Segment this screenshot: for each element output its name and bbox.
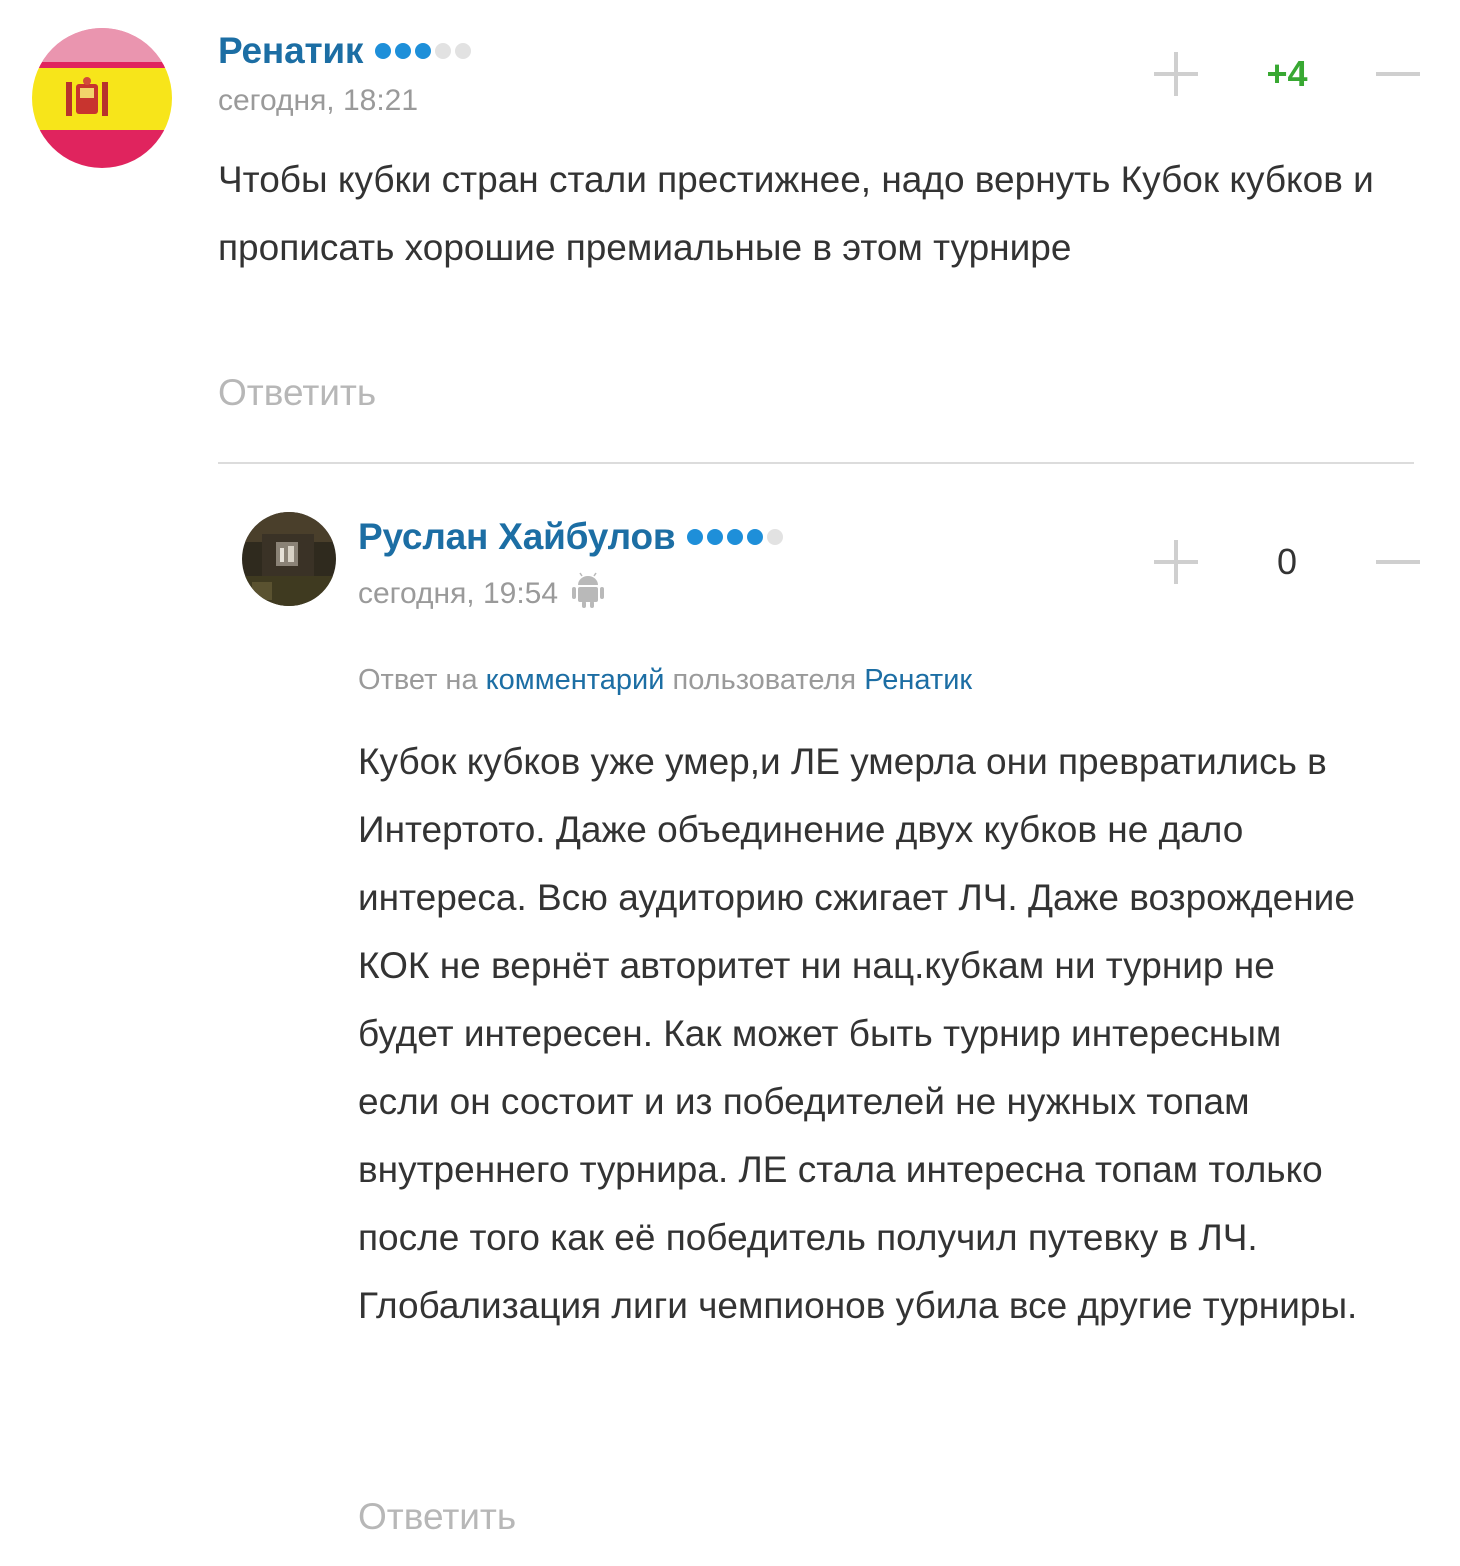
user-rating-dots bbox=[375, 43, 472, 59]
rating-dot bbox=[767, 529, 784, 545]
comment-time: сегодня, 18:21 bbox=[218, 84, 419, 117]
comment-score: 0 bbox=[1276, 541, 1298, 582]
upvote-button[interactable] bbox=[1154, 52, 1198, 96]
rating-dot bbox=[687, 529, 704, 545]
parent-comment-link[interactable]: комментарий bbox=[486, 664, 665, 696]
comment-text: Кубок кубков уже умер,и ЛЕ умерла они пр… bbox=[358, 741, 1358, 1326]
comment-divider bbox=[218, 462, 1414, 464]
spain-flag-icon bbox=[32, 28, 172, 168]
reply-to-middle: пользователя bbox=[672, 664, 857, 696]
vote-controls: +4 bbox=[1154, 52, 1420, 96]
comment-score: +4 bbox=[1266, 53, 1308, 94]
upvote-button[interactable] bbox=[1154, 540, 1198, 584]
rating-dot bbox=[375, 43, 392, 59]
author-name[interactable]: Руслан Хайбулов bbox=[358, 516, 676, 558]
reply-to-info: Ответ на комментарий пользователя Ренати… bbox=[358, 664, 972, 697]
avatar[interactable] bbox=[242, 512, 336, 606]
avatar-spain-flag[interactable] bbox=[32, 28, 172, 168]
reply-button[interactable]: Ответить bbox=[218, 372, 376, 414]
rating-dot bbox=[707, 529, 724, 545]
reply-button[interactable]: Ответить bbox=[358, 1496, 516, 1538]
parent-user-link[interactable]: Ренатик bbox=[864, 664, 972, 696]
rating-dot bbox=[415, 43, 432, 59]
downvote-button[interactable] bbox=[1376, 52, 1420, 96]
author-name[interactable]: Ренатик bbox=[218, 30, 363, 72]
comment-time: сегодня, 19:54 bbox=[358, 577, 559, 610]
user-rating-dots bbox=[687, 529, 784, 545]
android-icon bbox=[572, 572, 605, 616]
rating-dot bbox=[395, 43, 412, 59]
user-photo-icon bbox=[242, 512, 336, 606]
downvote-button[interactable] bbox=[1376, 540, 1420, 584]
rating-dot bbox=[727, 529, 744, 545]
rating-dot bbox=[747, 529, 764, 545]
comment-text: Чтобы кубки стран стали престижнее, надо… bbox=[218, 159, 1374, 268]
reply-to-prefix: Ответ на bbox=[358, 664, 478, 696]
vote-controls: 0 bbox=[1154, 540, 1420, 584]
rating-dot bbox=[455, 43, 472, 59]
rating-dot bbox=[435, 43, 452, 59]
